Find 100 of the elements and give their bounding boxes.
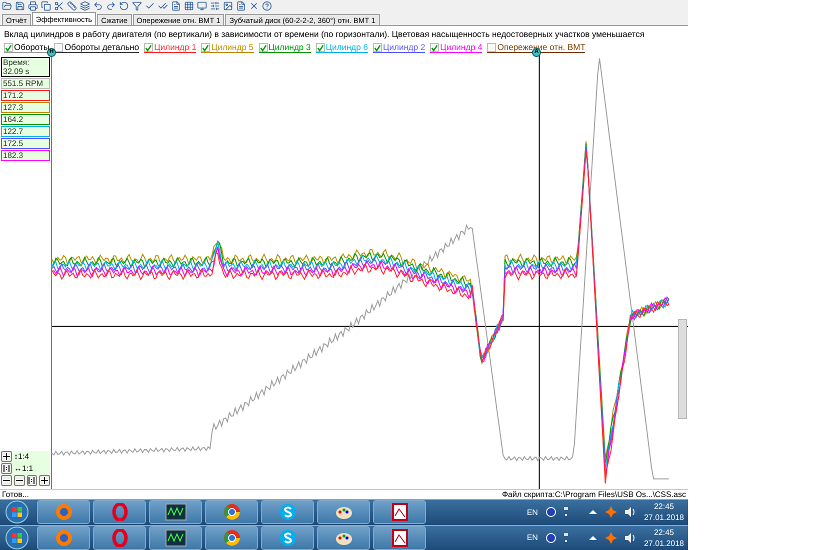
monitor-icon[interactable] xyxy=(197,1,207,12)
check-mark-icon xyxy=(316,44,324,52)
layers-icon[interactable] xyxy=(80,1,90,12)
reading-value: Время: 32.09 s xyxy=(1,57,50,78)
checkbox[interactable] xyxy=(316,42,325,52)
checkbox[interactable] xyxy=(372,42,382,52)
reading-value: 164.2 xyxy=(1,114,50,126)
reset-scale-button[interactable] xyxy=(1,463,12,474)
tray-expand-icon[interactable] xyxy=(588,509,597,516)
oscilloscope-icon xyxy=(164,528,186,547)
chart-document-icon xyxy=(390,528,408,547)
double-check-icon[interactable] xyxy=(158,1,168,12)
plus-icon xyxy=(3,453,10,460)
script-path: Файл скрипта:C:\Program Files\USB Os...\CSS.asc xyxy=(502,490,686,500)
speaker-icon[interactable] xyxy=(624,532,636,543)
taskbar-app-button[interactable] xyxy=(261,500,314,524)
zoom-in-button[interactable] xyxy=(1,451,12,462)
check-mark-icon xyxy=(260,44,267,52)
cursor-line[interactable] xyxy=(538,54,540,490)
clock[interactable]: 22:45 27.01.2018 xyxy=(644,526,684,549)
document-icon[interactable] xyxy=(171,1,181,12)
horizontal-scale: ↔1:1 xyxy=(14,464,34,474)
checkbox[interactable] xyxy=(4,42,13,52)
open-folder-icon[interactable] xyxy=(2,1,12,12)
browser-circle-icon xyxy=(222,503,240,522)
tray-expand-icon[interactable] xyxy=(588,534,597,541)
legend-checkbox[interactable]: Цилиндр 1 xyxy=(144,42,196,54)
zoom-in-button[interactable] xyxy=(39,475,50,486)
zoom-out-button[interactable] xyxy=(1,475,12,486)
ruler-icon[interactable] xyxy=(67,1,77,12)
check-mark-icon xyxy=(202,44,210,52)
letter-o-icon xyxy=(110,503,128,522)
antivirus-icon[interactable] xyxy=(604,532,617,544)
network-icon[interactable] xyxy=(564,532,569,543)
taskbar-app-button[interactable] xyxy=(373,526,426,550)
reading-value: 551.5 RPM xyxy=(1,78,50,90)
image-icon[interactable] xyxy=(223,1,233,12)
filter-icon[interactable] xyxy=(132,1,142,12)
chat-s-icon xyxy=(278,503,296,522)
check-icon[interactable] xyxy=(145,1,155,12)
redo-icon[interactable] xyxy=(106,1,116,12)
checkbox[interactable] xyxy=(144,42,154,52)
reset-scale-button[interactable] xyxy=(26,475,38,486)
checkbox[interactable] xyxy=(487,42,496,52)
vertical-scale: ↕1:4 xyxy=(14,452,30,462)
legend-checkbox[interactable]: Обороты детально xyxy=(54,42,140,54)
language-indicator[interactable]: EN xyxy=(526,533,538,542)
reading-value: 172.5 xyxy=(1,138,50,150)
antivirus-icon[interactable] xyxy=(604,506,617,518)
chat-s-icon xyxy=(278,528,296,547)
legend-checkbox[interactable]: Обороты xyxy=(4,42,50,54)
reading-value: 182.3 xyxy=(1,150,50,162)
taskbar-app-button[interactable] xyxy=(317,500,370,524)
web-browser-icon xyxy=(54,503,72,522)
grid-icon[interactable] xyxy=(184,1,194,12)
speaker-icon[interactable] xyxy=(624,507,636,518)
oscilloscope-icon xyxy=(164,503,186,522)
start-button[interactable] xyxy=(4,526,30,550)
taskbar-app-button[interactable] xyxy=(149,500,202,524)
cut-icon[interactable] xyxy=(54,1,64,12)
zoom-out-button[interactable] xyxy=(14,475,24,486)
print-icon[interactable] xyxy=(28,1,38,12)
reading-value: 122.7 xyxy=(1,126,50,138)
taskbar-app-button[interactable] xyxy=(205,500,258,524)
check-mark-icon xyxy=(145,44,152,52)
start-button[interactable] xyxy=(4,500,30,524)
start-orb-icon xyxy=(5,526,29,550)
sliders-icon[interactable] xyxy=(210,1,220,12)
check-mark-icon xyxy=(374,44,381,52)
language-indicator[interactable]: EN xyxy=(526,508,538,517)
clock[interactable]: 22:45 27.01.2018 xyxy=(644,501,684,524)
letter-o-icon xyxy=(110,528,128,547)
checkbox[interactable] xyxy=(201,42,210,52)
reset-icon xyxy=(28,477,36,484)
copy-icon[interactable] xyxy=(41,1,51,12)
checkbox[interactable] xyxy=(54,42,64,52)
save-icon[interactable] xyxy=(15,1,25,12)
chart-document-icon xyxy=(390,503,408,522)
chart-description: Вклад цилиндров в работу двигателя (по вертикали) в зависимости от времени (по горизонтали). Цветовая насыщенность недостоверных участков уменьшается xyxy=(3,28,646,42)
plus-icon xyxy=(41,477,48,484)
reading-value: 171.2 xyxy=(1,90,50,102)
undo-icon[interactable] xyxy=(93,1,103,12)
checkbox[interactable] xyxy=(258,42,268,52)
taskbar-app-button[interactable] xyxy=(261,526,314,550)
document-icon[interactable] xyxy=(236,1,246,12)
legend-checkbox[interactable]: Цилиндр 2 xyxy=(372,42,426,54)
legend-checkbox[interactable]: Цилиндр 3 xyxy=(258,42,311,54)
taskbar-app-button[interactable] xyxy=(373,500,426,524)
taskbar-app-button[interactable] xyxy=(149,526,202,550)
reset-icon xyxy=(3,465,10,472)
help-icon[interactable] xyxy=(262,1,272,12)
check-mark-icon xyxy=(5,44,12,52)
checkbox[interactable] xyxy=(430,42,440,52)
network-icon[interactable] xyxy=(564,507,569,518)
scrollbar-thumb[interactable] xyxy=(678,319,687,420)
check-mark-icon xyxy=(431,44,438,52)
start-orb-icon xyxy=(5,500,29,524)
reading-value: 127.3 xyxy=(1,102,50,114)
close-icon[interactable] xyxy=(249,1,259,12)
rotate-icon[interactable] xyxy=(119,1,129,12)
